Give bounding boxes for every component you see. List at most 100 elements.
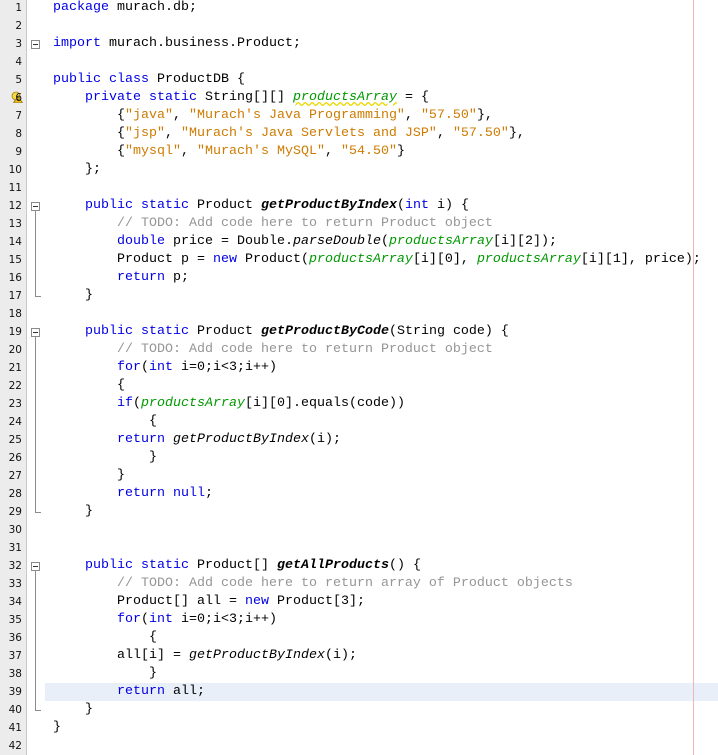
code-line[interactable]: public static Product getProductByIndex(… (45, 197, 718, 215)
keyword: return null (117, 486, 205, 501)
code-line[interactable]: public class ProductDB { (45, 71, 718, 89)
line-number: 29 (8, 506, 22, 518)
keyword: return (117, 270, 165, 285)
code-line[interactable]: } (45, 467, 718, 485)
line-number: 7 (15, 110, 22, 122)
code-line[interactable]: { (45, 629, 718, 647)
code-text: i=0;i<3;i++) (173, 360, 277, 375)
fold-collapse-icon[interactable] (31, 202, 40, 211)
code-line[interactable]: } (45, 449, 718, 467)
line-number: 21 (8, 362, 22, 374)
code-text: , (324, 144, 341, 159)
code-line[interactable] (45, 737, 718, 755)
code-line[interactable]: package murach.db; (45, 0, 718, 17)
method-name: getAllProducts (276, 558, 389, 573)
code-text: Product( (236, 252, 309, 267)
fold-end-marker (35, 296, 41, 297)
code-line[interactable] (45, 53, 718, 71)
code-line[interactable]: double price = Double.parseDouble(produc… (45, 233, 718, 251)
field-reference: productsArray (308, 252, 413, 267)
code-line[interactable]: all[i] = getProductByIndex(i); (45, 647, 718, 665)
keyword: import (53, 36, 101, 51)
keyword: public static (85, 324, 189, 339)
code-line[interactable]: } (45, 719, 718, 737)
code-line[interactable]: }; (45, 161, 718, 179)
keyword: for (117, 360, 141, 375)
fold-collapse-icon[interactable] (31, 562, 40, 571)
code-line[interactable] (45, 179, 718, 197)
code-text: { (53, 630, 157, 645)
code-line[interactable]: public static Product getProductByCode(S… (45, 323, 718, 341)
code-line[interactable]: // TODO: Add code here to return Product… (45, 215, 718, 233)
line-number: 25 (8, 434, 22, 446)
line-number: 40 (8, 704, 22, 716)
code-text: p; (165, 270, 189, 285)
current-code-line[interactable]: return all; (45, 683, 718, 701)
keyword: public static (85, 558, 189, 573)
code-text: price = Double. (165, 234, 293, 249)
code-text: () { (388, 558, 421, 573)
code-text: murach.business.Product; (101, 36, 301, 51)
fold-end-marker (35, 710, 41, 711)
code-line[interactable] (45, 305, 718, 323)
code-text: ProductDB { (148, 72, 245, 87)
fold-collapse-icon[interactable] (31, 40, 40, 49)
code-line[interactable] (45, 17, 718, 35)
code-line[interactable]: return null; (45, 485, 718, 503)
code-line[interactable]: // TODO: Add code here to return Product… (45, 341, 718, 359)
code-line[interactable]: {"java", "Murach's Java Programming", "5… (45, 107, 718, 125)
code-line[interactable]: private static String[][] productsArray … (45, 89, 718, 107)
code-line[interactable]: } (45, 503, 718, 521)
code-text: [i][0].equals(code)) (244, 396, 405, 411)
string-literal: "Murach's MySQL" (196, 144, 325, 159)
code-line[interactable]: return p; (45, 269, 718, 287)
code-line[interactable]: for(int i=0;i<3;i++) (45, 611, 718, 629)
line-number: 6 (15, 92, 22, 104)
string-literal: "57.50" (420, 108, 477, 123)
fold-collapse-icon[interactable] (31, 328, 40, 337)
code-line[interactable]: {"mysql", "Murach's MySQL", "54.50"} (45, 143, 718, 161)
field-reference: productsArray (476, 252, 581, 267)
code-text: , (436, 126, 453, 141)
method-call: getProductByIndex (173, 432, 309, 447)
line-number: 18 (8, 308, 22, 320)
line-number: 2 (15, 20, 22, 32)
string-literal: "mysql" (124, 144, 181, 159)
keyword: if (117, 396, 133, 411)
code-text: Product[3]; (268, 594, 365, 609)
code-text: { (53, 126, 125, 141)
code-text: }, (508, 126, 525, 141)
code-text: (i); (308, 432, 341, 447)
code-line[interactable]: import murach.business.Product; (45, 35, 718, 53)
code-line[interactable]: Product p = new Product(productsArray[i]… (45, 251, 718, 269)
string-literal: "java" (124, 108, 173, 123)
code-line[interactable]: Product[] all = new Product[3]; (45, 593, 718, 611)
code-line[interactable]: {"jsp", "Murach's Java Servlets and JSP"… (45, 125, 718, 143)
field-reference: productsArray (388, 234, 493, 249)
code-text: { (53, 108, 125, 123)
keyword: int (404, 198, 429, 213)
code-line[interactable] (45, 539, 718, 557)
line-number: 1 (15, 2, 22, 14)
keyword: return (117, 684, 165, 699)
code-line[interactable]: // TODO: Add code here to return array o… (45, 575, 718, 593)
code-line[interactable]: public static Product[] getAllProducts()… (45, 557, 718, 575)
line-number: 35 (8, 614, 22, 626)
code-line[interactable]: } (45, 701, 718, 719)
code-line[interactable]: if(productsArray[i][0].equals(code)) (45, 395, 718, 413)
code-line[interactable]: for(int i=0;i<3;i++) (45, 359, 718, 377)
method-name: getProductByCode (260, 324, 389, 339)
code-line[interactable] (45, 521, 718, 539)
code-line[interactable]: { (45, 413, 718, 431)
code-line[interactable]: return getProductByIndex(i); (45, 431, 718, 449)
line-number: 9 (15, 146, 22, 158)
code-line[interactable]: } (45, 665, 718, 683)
code-line[interactable]: { (45, 377, 718, 395)
code-line[interactable]: } (45, 287, 718, 305)
